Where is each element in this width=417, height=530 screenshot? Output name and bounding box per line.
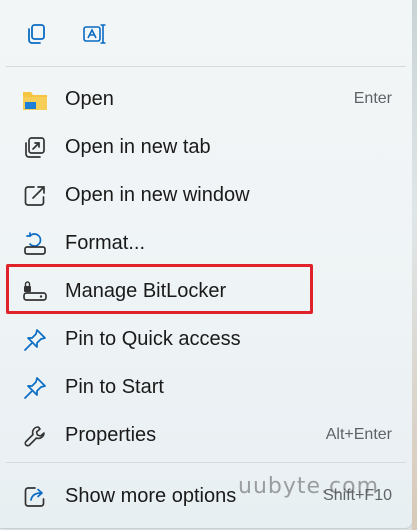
- wrench-icon: [21, 422, 49, 450]
- menu-item-label: Open in new window: [65, 183, 250, 206]
- pin-icon: [21, 374, 49, 402]
- menu-item-shortcut: Enter: [353, 90, 392, 107]
- menu-item-label: Properties: [65, 423, 157, 446]
- context-menu-toolbar: [0, 0, 412, 66]
- menu-item-format[interactable]: Format...: [6, 220, 406, 266]
- format-icon: [21, 230, 49, 258]
- rename-button[interactable]: [77, 18, 113, 54]
- context-menu: Open Enter Open in new tab Open in new w…: [0, 0, 413, 529]
- menu-item-label: Pin to Quick access: [65, 327, 241, 350]
- menu-item-label: Open: [65, 87, 114, 110]
- menu-item-label: Show more options: [65, 484, 237, 507]
- menu-item-label: Open in new tab: [65, 135, 211, 158]
- menu-item-pin-to-quick-access[interactable]: Pin to Quick access: [6, 316, 406, 362]
- menu-item-open-in-new-window[interactable]: Open in new window: [6, 172, 406, 218]
- menu-item-shortcut: Alt+Enter: [325, 426, 392, 443]
- open-new-window-icon: [21, 182, 49, 210]
- menu-item-label: Format...: [65, 231, 146, 254]
- menu-item-label: Pin to Start: [65, 375, 164, 398]
- share-icon: [21, 483, 49, 511]
- folder-icon: [21, 86, 49, 114]
- menu-separator: [6, 462, 406, 463]
- open-new-tab-icon: [21, 134, 49, 162]
- menu-item-open[interactable]: Open Enter: [6, 76, 406, 122]
- menu-item-open-in-new-tab[interactable]: Open in new tab: [6, 124, 406, 170]
- pin-icon: [21, 326, 49, 354]
- copy-button[interactable]: [18, 18, 54, 54]
- rename-icon: [82, 22, 108, 51]
- highlight-annotation-box: [6, 264, 313, 314]
- menu-item-pin-to-start[interactable]: Pin to Start: [6, 364, 406, 410]
- watermark-text: uubyte.com: [238, 474, 380, 499]
- menu-item-properties[interactable]: Properties Alt+Enter: [6, 412, 406, 458]
- copy-icon: [24, 22, 48, 51]
- toolbar-separator: [6, 66, 406, 67]
- background-strip: [412, 0, 417, 530]
